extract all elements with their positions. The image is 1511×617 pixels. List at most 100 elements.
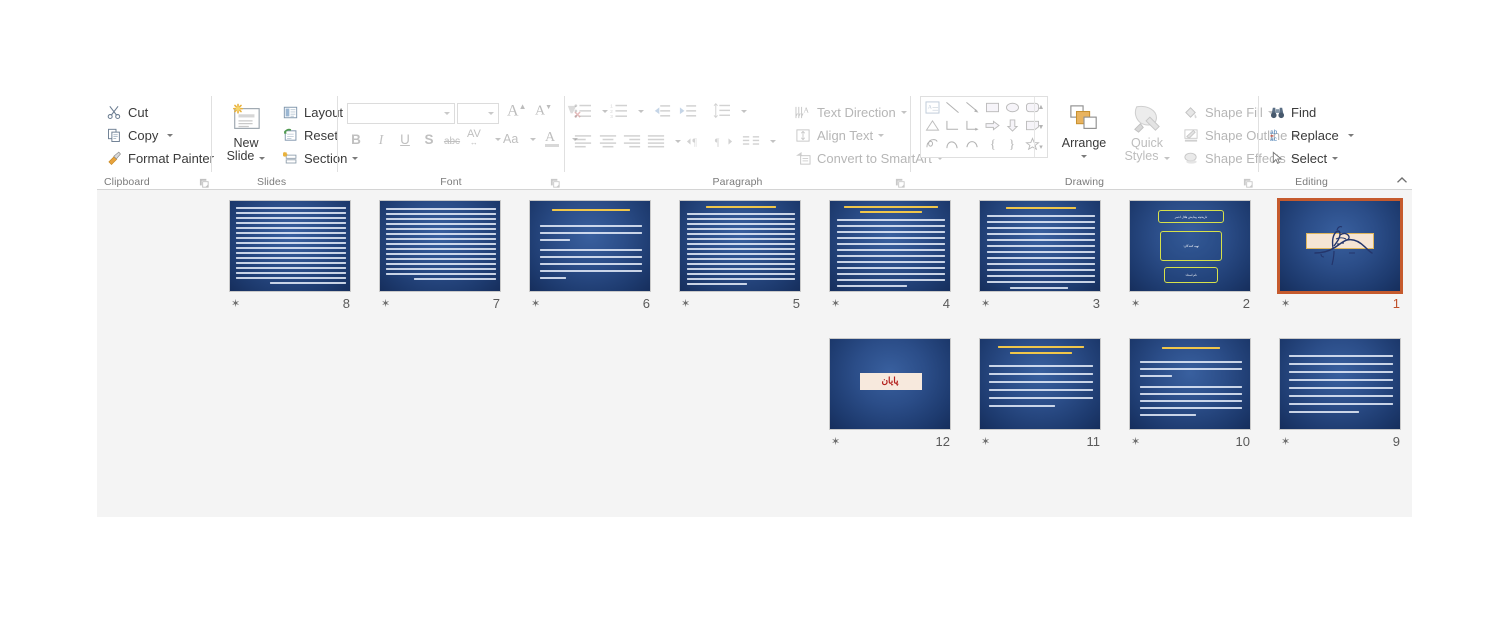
chevron-down-icon[interactable] [1081, 155, 1087, 158]
group-separator [211, 96, 212, 172]
font-name-combo[interactable] [347, 103, 455, 124]
copy-button[interactable]: Copy [105, 125, 174, 145]
slide-thumbnail-8[interactable]: ✶ 8 [223, 200, 358, 320]
numbering-button[interactable]: 1 2 3 [610, 103, 628, 124]
scribble-shape[interactable] [925, 137, 940, 155]
shapes-scroll-up-button[interactable]: ▲ [1035, 97, 1047, 117]
chevron-down-icon[interactable] [488, 112, 494, 115]
arrange-caret-row[interactable] [1054, 150, 1114, 158]
align-center-button[interactable] [599, 134, 617, 153]
slide-thumbnail-6[interactable]: ✶ 6 [523, 200, 658, 320]
rtl-text-direction-button[interactable]: ¶ [713, 135, 733, 153]
chevron-down-icon[interactable] [167, 133, 174, 137]
quick-styles-button[interactable]: Quick Styles [1119, 100, 1175, 163]
chevron-down-icon[interactable] [675, 140, 681, 143]
format-painter-button[interactable]: Format Painter [105, 148, 214, 168]
align-right-button[interactable] [623, 134, 641, 153]
slide-thumbnail-9[interactable]: ✶ 9 [1273, 338, 1408, 458]
text-box-shape[interactable]: A [925, 101, 940, 119]
slide-thumbnail-10[interactable]: ✶ 10 [1123, 338, 1258, 458]
chevron-down-icon[interactable] [495, 138, 501, 141]
elbow-connector-shape[interactable] [945, 119, 960, 137]
shapes-scroll-down-button[interactable]: ▼ [1035, 117, 1047, 137]
decrease-indent-button[interactable] [653, 104, 671, 123]
elbow-arrow-connector-shape[interactable] [965, 119, 980, 137]
line-shape[interactable] [945, 101, 960, 119]
slide-thumbnail-12[interactable]: پایان ✶ 12 [823, 338, 958, 458]
change-case-button[interactable]: Aa [503, 132, 518, 146]
font-dialog-launcher[interactable] [550, 176, 561, 188]
ribbon-group-slides: New Slide Layout Reset Section Slides [213, 90, 359, 190]
slide-thumbnail-3[interactable]: ✶ 3 [973, 200, 1108, 320]
slide-thumbnail-pane[interactable]: ✶ 8 ✶ 7 ✶ 6 ✶ 5 ✶ 4 ✶ 3 تاریخچه پیدایش ه… [97, 190, 1412, 517]
chevron-down-icon[interactable] [741, 110, 747, 113]
rectangle-shape[interactable] [985, 101, 1000, 119]
shapes-gallery-more-button[interactable]: ▾ [1035, 137, 1047, 157]
bold-button[interactable]: B [347, 131, 365, 149]
underline-button[interactable]: U [396, 131, 414, 149]
bullets-button[interactable] [574, 103, 592, 124]
arrange-button[interactable]: Arrange [1054, 100, 1114, 158]
chevron-down-icon[interactable] [878, 133, 885, 137]
left-brace-shape[interactable]: { [985, 136, 1000, 155]
justify-button[interactable] [647, 134, 665, 153]
chevron-down-icon[interactable] [444, 112, 450, 115]
arc-shape[interactable] [965, 137, 980, 155]
slide-canvas [530, 201, 650, 291]
reset-button[interactable]: Reset [281, 125, 338, 145]
find-button[interactable]: Find [1268, 102, 1316, 122]
down-arrow-shape[interactable] [1005, 119, 1020, 137]
text-direction-button[interactable]: A Text Direction [794, 102, 907, 122]
triangle-shape[interactable] [925, 119, 940, 137]
slide-number: 2 [1242, 296, 1250, 311]
chevron-down-icon[interactable] [602, 110, 608, 113]
shapes-gallery-scrollbar[interactable]: ▲ ▼ ▾ [1034, 97, 1047, 157]
slide-thumbnail-2[interactable]: تاریخچه پیدایش هلال احمر تهیه کنندگان: ن… [1123, 200, 1258, 320]
chevron-down-icon[interactable] [1332, 156, 1339, 160]
new-slide-button[interactable]: New Slide [219, 100, 273, 163]
chevron-down-icon[interactable] [530, 138, 536, 141]
clipboard-dialog-launcher[interactable] [199, 176, 210, 188]
paragraph-dialog-launcher[interactable] [895, 176, 906, 188]
chevron-down-icon[interactable] [638, 110, 644, 113]
slide-thumbnail-4[interactable]: ✶ 4 [823, 200, 958, 320]
paintbrush-icon [105, 150, 123, 167]
chevron-down-icon[interactable] [259, 157, 266, 160]
shrink-font-button[interactable]: A▼ [535, 103, 552, 120]
slide-thumbnail-5[interactable]: ✶ 5 [673, 200, 808, 320]
grow-font-button[interactable]: A▲ [507, 102, 526, 120]
text-shadow-button[interactable]: S [420, 131, 438, 149]
select-button[interactable]: Select [1268, 148, 1339, 168]
character-spacing-button[interactable]: AV ↔ [467, 129, 481, 148]
align-text-button[interactable]: Align Text [794, 125, 885, 145]
chevron-down-icon[interactable] [770, 140, 776, 143]
shapes-gallery[interactable]: A {} ▲ ▼ ▾ [920, 96, 1048, 158]
slide-thumbnail-11[interactable]: ✶ 11 [973, 338, 1108, 458]
replace-button[interactable]: ab ac Replace [1268, 125, 1354, 145]
collapse-ribbon-button[interactable] [1394, 172, 1410, 188]
slide-meta: ✶ 10 [1129, 434, 1251, 452]
columns-button[interactable] [742, 135, 760, 153]
arrow-shape[interactable] [965, 101, 980, 119]
font-size-combo[interactable] [457, 103, 499, 124]
italic-button[interactable]: I [372, 131, 390, 149]
line-spacing-button[interactable] [713, 102, 731, 124]
increase-indent-button[interactable] [679, 104, 697, 123]
group-separator [564, 96, 565, 172]
curve-shape[interactable] [945, 137, 960, 155]
ltr-text-direction-button[interactable]: ¶ [686, 135, 706, 153]
chevron-down-icon[interactable] [1163, 157, 1170, 160]
drawing-dialog-launcher[interactable] [1243, 176, 1254, 188]
align-left-button[interactable] [574, 134, 592, 153]
chevron-down-icon[interactable] [900, 110, 907, 114]
cut-button[interactable]: Cut [105, 102, 148, 122]
slide-thumbnail-1[interactable]: ✶ 1 [1273, 198, 1408, 320]
chevron-down-icon[interactable] [1347, 133, 1354, 137]
right-arrow-shape[interactable] [985, 119, 1000, 137]
svg-text:A: A [928, 104, 932, 110]
right-brace-shape[interactable]: } [1005, 136, 1020, 155]
slide-thumbnail-7[interactable]: ✶ 7 [373, 200, 508, 320]
oval-shape[interactable] [1005, 101, 1020, 119]
font-color-button[interactable]: A [545, 130, 559, 147]
strikethrough-button[interactable]: abc [441, 133, 463, 151]
